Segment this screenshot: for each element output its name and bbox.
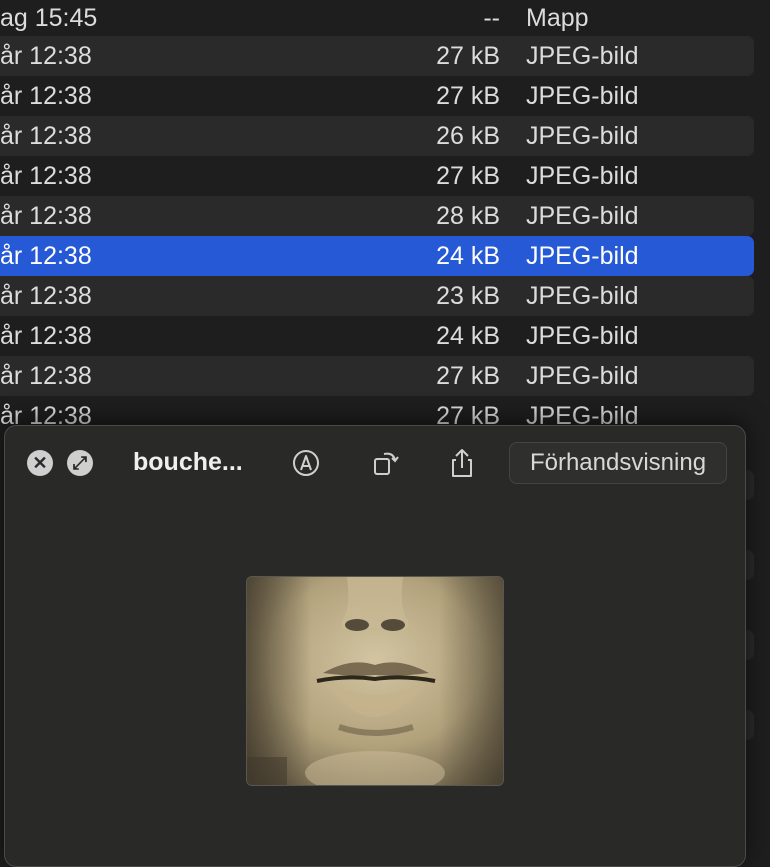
date-modified: år 12:38 <box>0 282 92 310</box>
date-modified: år 12:38 <box>0 162 92 190</box>
file-kind: JPEG-bild <box>526 202 639 230</box>
file-size: 28 kB <box>436 202 500 230</box>
file-row[interactable]: år 12:38 27 kB JPEG-bild <box>0 36 754 76</box>
file-size: -- <box>483 4 500 32</box>
date-modified: år 12:38 <box>0 202 92 230</box>
file-kind: JPEG-bild <box>526 162 639 190</box>
file-row[interactable]: år 12:38 26 kB JPEG-bild <box>0 116 754 156</box>
file-kind: JPEG-bild <box>526 242 639 270</box>
file-kind: JPEG-bild <box>526 122 639 150</box>
file-row[interactable]: år 12:38 27 kB JPEG-bild <box>0 356 754 396</box>
date-modified: år 12:38 <box>0 362 92 390</box>
file-size: 24 kB <box>436 322 500 350</box>
file-row[interactable]: ag 15:45 -- Mapp <box>0 0 754 36</box>
file-kind: JPEG-bild <box>526 42 639 70</box>
date-modified: år 12:38 <box>0 82 92 110</box>
date-modified: år 12:38 <box>0 122 92 150</box>
file-size: 27 kB <box>436 162 500 190</box>
file-size: 27 kB <box>436 362 500 390</box>
open-with-preview-button[interactable]: Förhandsvisning <box>509 442 727 484</box>
rotate-icon[interactable] <box>369 446 403 480</box>
file-row[interactable]: år 12:38 27 kB JPEG-bild <box>0 76 754 116</box>
date-modified: år 12:38 <box>0 242 92 270</box>
fullscreen-icon[interactable]: ⤢ <box>67 450 93 476</box>
file-kind: Mapp <box>526 4 589 32</box>
file-row[interactable]: år 12:38 28 kB JPEG-bild <box>0 196 754 236</box>
date-modified: år 12:38 <box>0 322 92 350</box>
file-kind: JPEG-bild <box>526 362 639 390</box>
markup-pen-icon[interactable] <box>289 446 323 480</box>
file-kind: JPEG-bild <box>526 322 639 350</box>
close-icon[interactable]: ✕ <box>27 450 53 476</box>
file-size: 27 kB <box>436 42 500 70</box>
file-row[interactable]: år 12:38 27 kB JPEG-bild <box>0 156 754 196</box>
date-modified: ag 15:45 <box>0 4 98 32</box>
file-row[interactable]: år 12:38 24 kB JPEG-bild <box>0 316 754 356</box>
share-icon[interactable] <box>445 446 479 480</box>
image-preview <box>246 576 504 786</box>
file-size: 26 kB <box>436 122 500 150</box>
file-row-selected[interactable]: år 12:38 24 kB JPEG-bild <box>0 236 754 276</box>
file-size: 23 kB <box>436 282 500 310</box>
file-row[interactable]: år 12:38 23 kB JPEG-bild <box>0 276 754 316</box>
quicklook-panel: ✕ ⤢ bouche... Förhandsvisning <box>4 425 746 867</box>
file-title: bouche... <box>133 448 243 476</box>
file-size: 27 kB <box>436 82 500 110</box>
file-kind: JPEG-bild <box>526 282 639 310</box>
file-kind: JPEG-bild <box>526 82 639 110</box>
date-modified: år 12:38 <box>0 42 92 70</box>
quicklook-toolbar: ✕ ⤢ bouche... Förhandsvisning <box>5 426 745 500</box>
file-size: 24 kB <box>436 242 500 270</box>
file-list: ag 15:45 -- Mapp år 12:38 27 kB JPEG-bild år 1… <box>0 0 754 436</box>
